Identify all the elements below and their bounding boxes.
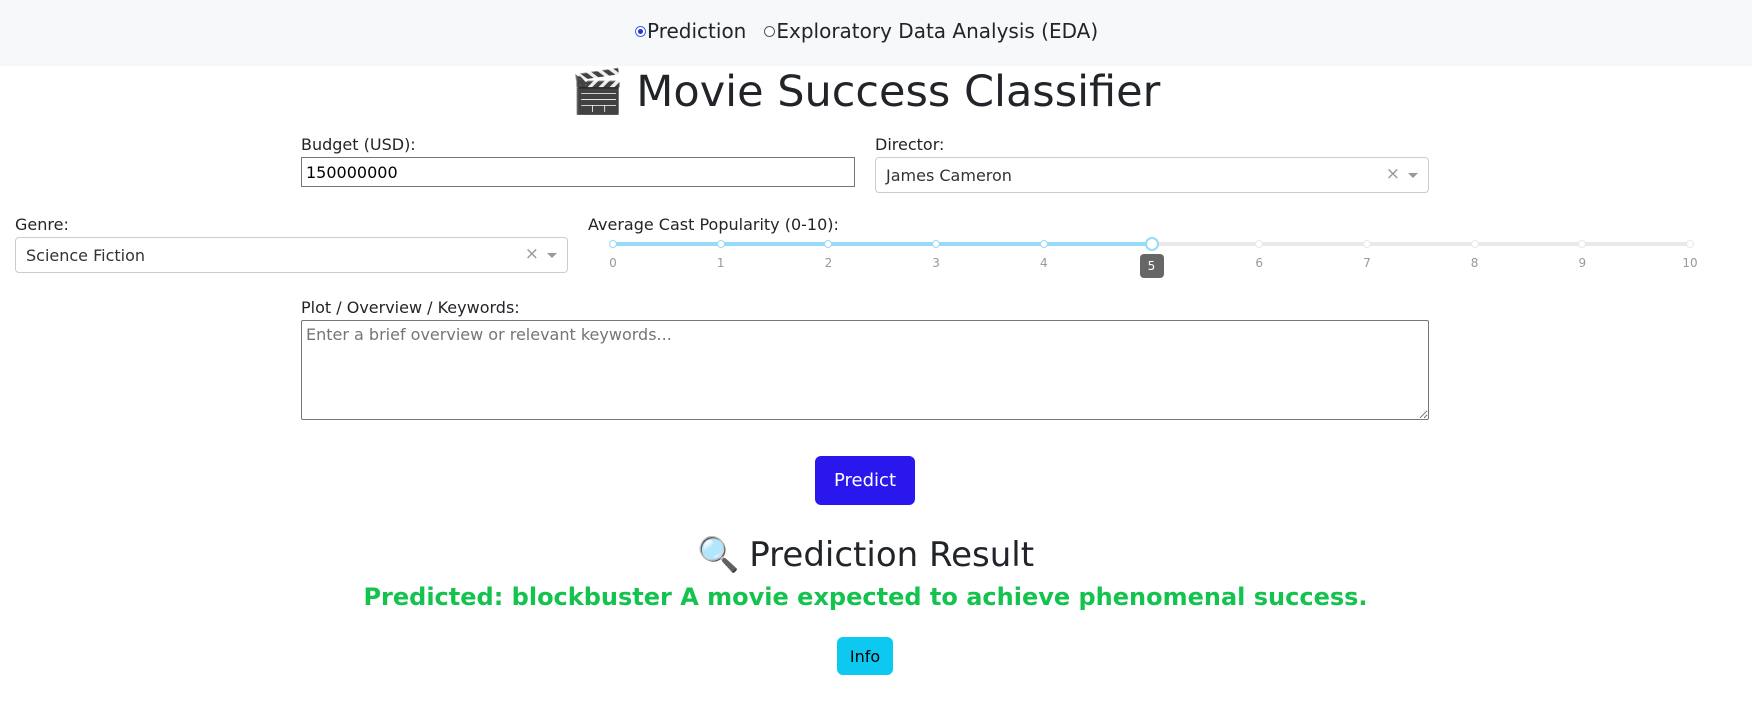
slider-dot[interactable] xyxy=(1470,240,1479,248)
slider-dot[interactable] xyxy=(716,240,725,248)
radio-prediction[interactable]: Prediction xyxy=(635,19,746,43)
slider-mark-label[interactable]: 0 xyxy=(609,256,617,270)
slider-mark-label[interactable]: 7 xyxy=(1363,256,1371,270)
slider-mark-label[interactable]: 2 xyxy=(825,256,833,270)
clapperboard-icon: 🎬 xyxy=(570,67,625,117)
slider-mark-label[interactable]: 1 xyxy=(717,256,725,270)
top-nav-bar: Prediction Exploratory Data Analysis (ED… xyxy=(0,0,1752,66)
slider-dot[interactable] xyxy=(1362,240,1371,248)
genre-label: Genre: xyxy=(15,215,69,234)
result-title-text: Prediction Result xyxy=(749,535,1035,575)
result-title: 🔍 Prediction Result xyxy=(0,533,1731,577)
budget-input[interactable] xyxy=(301,157,855,187)
popularity-slider[interactable]: 0123456789105 xyxy=(607,236,1698,286)
chevron-down-icon[interactable] xyxy=(1408,173,1418,178)
page-mode-radio-group: Prediction Exploratory Data Analysis (ED… xyxy=(635,19,1098,43)
radio-prediction-label: Prediction xyxy=(647,19,747,43)
radio-unchecked-icon[interactable] xyxy=(764,25,776,37)
genre-selected-value: Science Fiction xyxy=(26,246,146,265)
prediction-result-text: Predicted: blockbuster A movie expected … xyxy=(363,583,1368,611)
slider-dot[interactable] xyxy=(1686,240,1694,248)
predict-button[interactable]: Predict xyxy=(815,456,915,505)
slider-mark-label[interactable]: 3 xyxy=(932,256,940,270)
genre-clear-icon[interactable]: × xyxy=(525,244,539,264)
director-dropdown[interactable]: James Cameron × xyxy=(875,157,1429,193)
radio-checked-icon[interactable] xyxy=(635,25,646,37)
popularity-label: Average Cast Popularity (0-10): xyxy=(588,215,839,234)
slider-dot[interactable] xyxy=(609,240,617,248)
budget-label: Budget (USD): xyxy=(301,135,416,154)
page-title: 🎬 Movie Success Classifier xyxy=(0,64,1731,120)
radio-eda[interactable]: Exploratory Data Analysis (EDA) xyxy=(764,19,1098,43)
slider-mark-label[interactable]: 4 xyxy=(1040,256,1048,270)
chevron-down-icon[interactable] xyxy=(547,253,557,258)
plot-textarea[interactable] xyxy=(301,320,1429,420)
page-title-text: Movie Success Classifier xyxy=(636,67,1161,117)
slider-mark-label[interactable]: 6 xyxy=(1255,256,1263,270)
plot-label: Plot / Overview / Keywords: xyxy=(301,298,520,317)
info-button[interactable]: Info xyxy=(837,637,893,675)
slider-mark-label[interactable]: 9 xyxy=(1578,256,1586,270)
slider-dot[interactable] xyxy=(932,240,941,248)
slider-dot[interactable] xyxy=(1039,240,1048,248)
slider-mark-label[interactable]: 10 xyxy=(1682,256,1697,270)
slider-track[interactable] xyxy=(612,242,1151,246)
director-clear-icon[interactable]: × xyxy=(1386,164,1400,184)
slider-dot[interactable] xyxy=(1255,240,1264,248)
slider-handle[interactable] xyxy=(1144,237,1159,251)
slider-dot[interactable] xyxy=(824,240,833,248)
radio-eda-label: Exploratory Data Analysis (EDA) xyxy=(776,19,1099,43)
genre-dropdown[interactable]: Science Fiction × xyxy=(15,237,568,273)
director-label: Director: xyxy=(875,135,945,154)
slider-mark-label[interactable]: 8 xyxy=(1471,256,1479,270)
director-selected-value: James Cameron xyxy=(886,166,1012,185)
magnifier-icon: 🔍 xyxy=(696,535,740,575)
slider-dot[interactable] xyxy=(1578,240,1587,248)
slider-value-tooltip: 5 xyxy=(1139,254,1164,278)
